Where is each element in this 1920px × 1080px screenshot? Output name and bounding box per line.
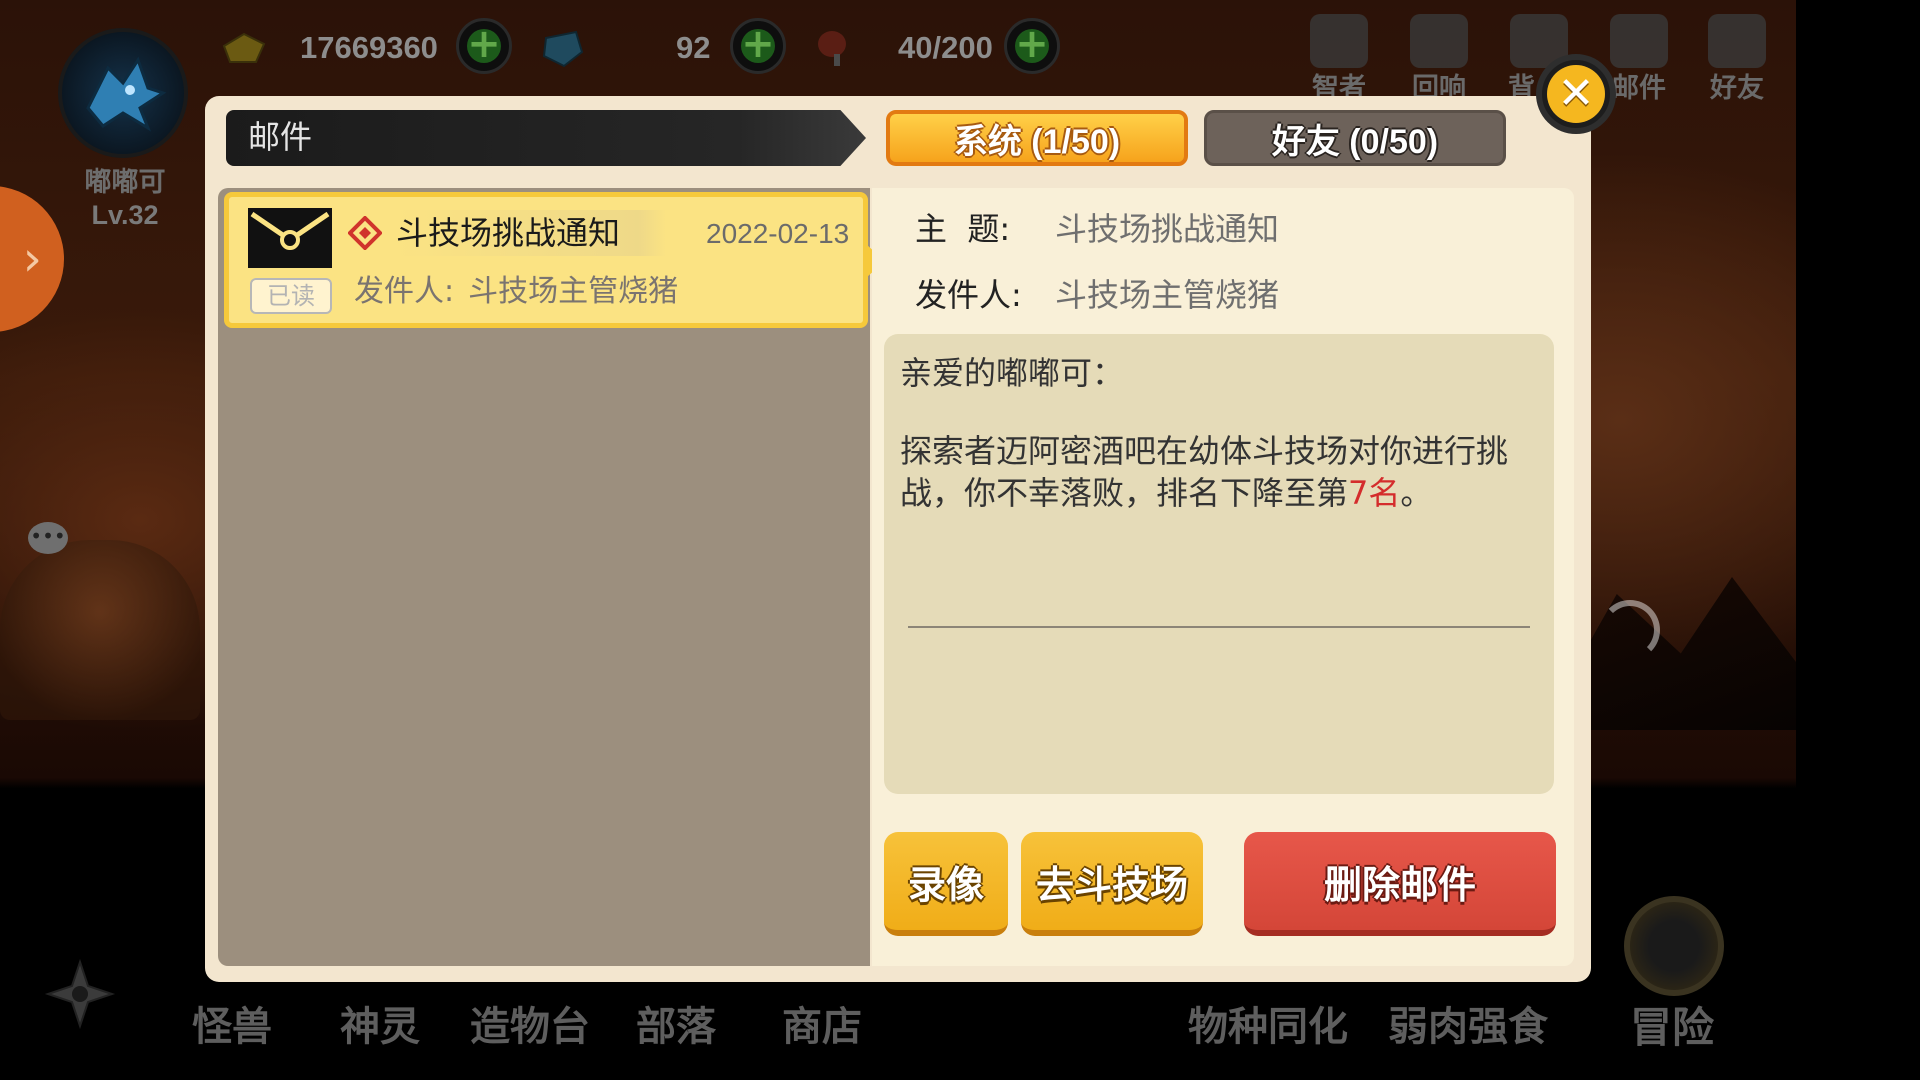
mail-item-date: 2022-02-13 (706, 218, 850, 249)
body-divider (908, 626, 1530, 628)
diamond-marker-icon (348, 216, 382, 250)
mail-body-text: 探索者迈阿密酒吧在幼体斗技场对你进行挑战，你不幸落败，排名下降至第7名。 (900, 430, 1520, 514)
detail-sender-label: 发件人: (915, 276, 1022, 314)
mail-body-suffix: 。 (1400, 474, 1433, 512)
mail-greeting: 亲爱的嘟嘟可： (900, 354, 1125, 392)
mail-item-sender-label: 发件人: (354, 274, 455, 309)
dialog-header-bar (226, 110, 866, 166)
mail-item-sender: 斗技场主管烧猪 (468, 274, 679, 309)
mail-item-subject: 斗技场挑战通知 (396, 210, 666, 256)
goto-arena-button[interactable]: 去斗技场 (1021, 832, 1203, 936)
read-status-badge: 已读 (250, 278, 332, 314)
mail-body-box (884, 334, 1554, 794)
close-icon: ✕ (1557, 68, 1595, 119)
envelope-icon (248, 208, 332, 268)
close-button[interactable]: ✕ (1536, 54, 1616, 134)
tab-friends[interactable]: 好友 (0/50) (1204, 110, 1506, 166)
dialog-title: 邮件 (248, 118, 313, 156)
detail-subject: 斗技场挑战通知 (1055, 210, 1280, 248)
detail-sender: 斗技场主管烧猪 (1055, 276, 1280, 314)
mail-body-rank: 7名 (1348, 474, 1401, 512)
detail-subject-label: 主 题: (915, 210, 1011, 248)
detail-sender-row: 发件人: 斗技场主管烧猪 (915, 272, 1279, 318)
delete-mail-button[interactable]: 删除邮件 (1244, 832, 1556, 936)
detail-subject-row: 主 题: 斗技场挑战通知 (915, 206, 1279, 252)
tab-system[interactable]: 系统 (1/50) (886, 110, 1188, 166)
mail-item-sender-row: 发件人: 斗技场主管烧猪 (354, 270, 678, 314)
replay-button[interactable]: 录像 (884, 832, 1008, 936)
